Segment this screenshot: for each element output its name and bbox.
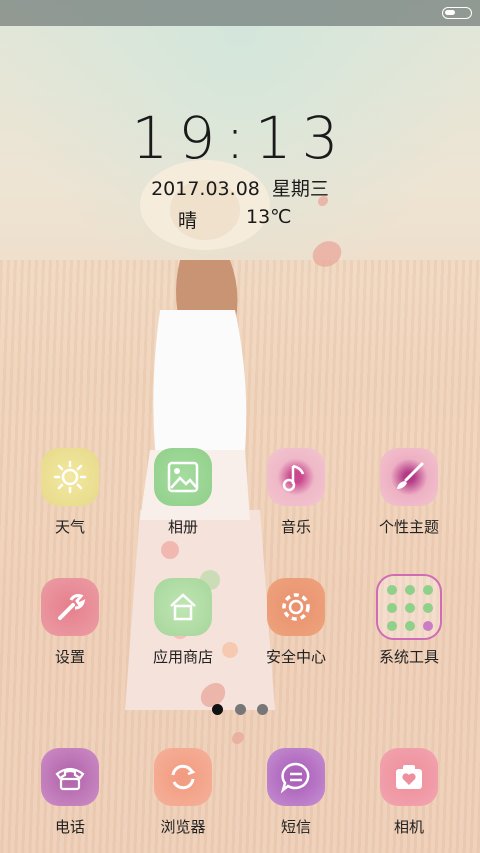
battery-icon [442,7,472,19]
app-store[interactable]: 应用商店 [138,578,228,667]
image-icon [154,448,212,506]
weather-temperature: 13℃ [246,206,292,228]
app-label: 相机 [393,818,424,836]
app-security-center[interactable]: 安全中心 [251,578,341,667]
store-icon [154,578,212,636]
gear-icon [267,578,325,636]
app-label: 相册 [167,518,198,536]
phone-icon [41,748,99,806]
page-dot[interactable] [256,704,268,715]
folder-app-icon [405,621,415,631]
folder-app-icon [387,621,397,631]
folder-app-icon [387,585,397,595]
weather-condition: 晴 [178,210,198,232]
status-bar [0,0,480,26]
folder-app-icon [423,603,433,613]
app-label: 设置 [54,648,85,666]
page-dot[interactable] [234,704,246,715]
app-label: 电话 [54,818,85,836]
folder-app-icon [405,585,415,595]
clock-date: 2017.03.08 星期三 [151,178,329,200]
camera-heart-icon [380,748,438,806]
app-themes[interactable]: 个性主题 [364,448,454,537]
dock-camera[interactable]: 相机 [364,748,454,837]
folder-app-icon [405,603,415,613]
app-label: 应用商店 [152,648,213,666]
dock-browser[interactable]: 浏览器 [138,748,228,837]
music-note-icon [267,448,325,506]
clock-time[interactable]: 19:13 [0,104,480,172]
app-weather[interactable]: 天气 [25,448,115,537]
dock-phone[interactable]: 电话 [25,748,115,837]
chat-bubble-icon [267,748,325,806]
folder-app-icon [423,585,433,595]
app-photos[interactable]: 相册 [138,448,228,537]
app-music[interactable]: 音乐 [251,448,341,537]
app-label: 系统工具 [378,648,439,666]
app-label: 个性主题 [378,518,439,536]
sun-icon [41,448,99,506]
app-label: 短信 [280,818,311,836]
folder-grid-icon [376,574,442,640]
folder-system-tools[interactable]: 系统工具 [364,574,454,667]
refresh-icon [154,748,212,806]
app-label: 安全中心 [265,648,326,666]
page-indicator[interactable] [0,700,480,719]
app-label: 音乐 [280,518,311,536]
app-label: 天气 [54,518,85,536]
page-dot[interactable] [212,704,224,715]
paintbrush-icon [380,448,438,506]
folder-app-icon [423,621,433,631]
weather-widget[interactable]: 晴 13℃ [178,206,318,233]
app-settings[interactable]: 设置 [25,578,115,667]
folder-app-icon [387,603,397,613]
app-label: 浏览器 [160,818,206,836]
dock-messages[interactable]: 短信 [251,748,341,837]
wrench-icon [41,578,99,636]
